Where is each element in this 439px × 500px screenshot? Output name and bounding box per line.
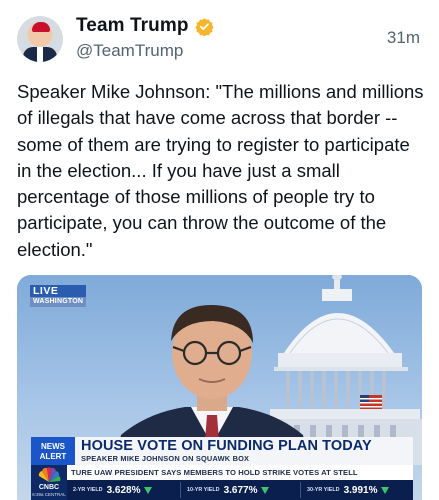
broadcast-clock: 6:39a CENTRAL [32,492,66,497]
network-name: CNBC [38,484,60,491]
peacock-icon [38,467,61,482]
live-label: LIVE [30,285,87,297]
author-display-name[interactable]: Team Trump [76,15,189,37]
yield-item: 30-YR YIELD 3.991% [307,480,390,500]
network-logo: CNBC 6:39a CENTRAL [31,465,67,500]
yield-label: 30-YR YIELD [307,487,340,493]
post-text: Speaker Mike Johnson: "The millions and … [17,81,424,260]
yield-value: 3.991% [343,484,378,496]
yield-label: 2-YR YIELD [73,487,103,493]
author-handle[interactable]: @TeamTrump [76,41,183,61]
yield-label: 10-YR YIELD [187,487,220,493]
divider [180,482,181,498]
post-header: Team Trump @TeamTrump 31m [0,0,439,70]
news-subheadline: SPEAKER MIKE JOHNSON ON SQUAWK BOX [81,454,250,463]
down-arrow-icon [144,486,153,494]
news-ticker: TURE UAW PRESIDENT SAYS MEMBERS TO HOLD … [67,465,413,480]
location-label: WASHINGTON [30,297,87,307]
live-badge: LIVE WASHINGTON [30,285,87,307]
avatar-cap-shape [32,22,50,32]
post-media-image[interactable]: LIVE WASHINGTON NEWS ALERT HOUSE VOTE ON… [17,275,422,500]
news-lower-third: NEWS ALERT HOUSE VOTE ON FUNDING PLAN TO… [17,433,422,500]
yield-value: 3.628% [106,484,141,496]
ticker-text: TURE UAW PRESIDENT SAYS MEMBERS TO HOLD … [71,468,358,477]
news-headline: HOUSE VOTE ON FUNDING PLAN TODAY [81,438,372,454]
yield-item: 2-YR YIELD 3.628% [73,480,153,500]
post-timestamp[interactable]: 31m [387,28,420,48]
news-alert-line2: ALERT [39,451,67,461]
avatar[interactable] [17,16,63,62]
author-name-row: Team Trump [76,15,214,37]
divider [300,482,301,498]
yields-bar: 2-YR YIELD 3.628% 10-YR YIELD 3.677% 30-… [67,480,413,500]
verified-badge-icon [194,17,214,36]
down-arrow-icon [381,486,390,494]
down-arrow-icon [261,486,270,494]
news-alert-badge: NEWS ALERT [31,437,75,465]
news-alert-line1: NEWS [41,442,65,451]
avatar-shirt-shape [37,47,43,62]
yield-value: 3.677% [223,484,258,496]
yield-item: 10-YR YIELD 3.677% [187,480,270,500]
headline-box: HOUSE VOTE ON FUNDING PLAN TODAY SPEAKER… [75,437,413,465]
